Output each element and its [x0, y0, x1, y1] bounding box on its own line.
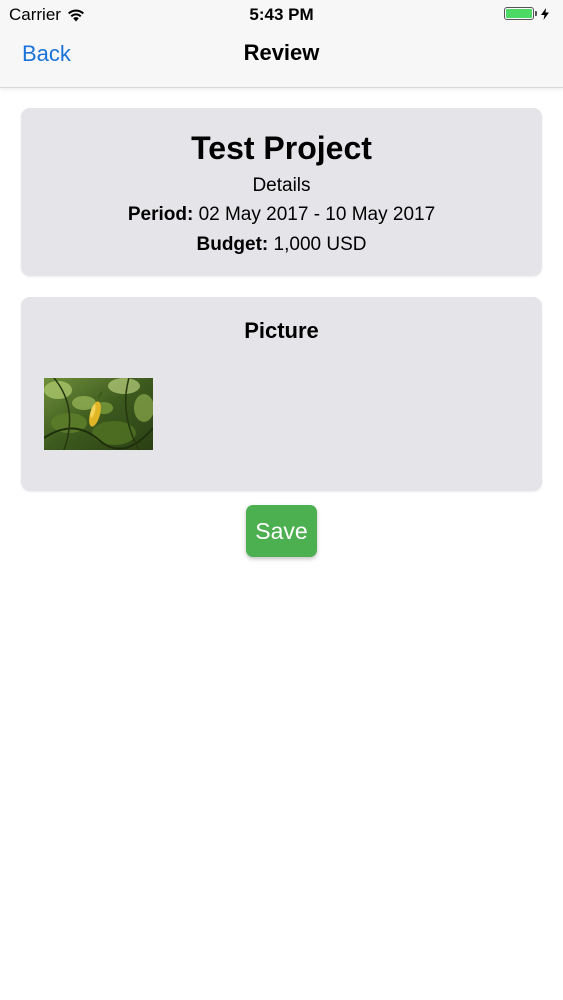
photo-thumbnail[interactable]: [44, 378, 153, 450]
photo-thumbnail-image: [44, 378, 153, 450]
budget-value: 1,000 USD: [273, 234, 367, 255]
navigation-bar: Back Review: [0, 30, 563, 88]
period-row: Period: 02 May 2017 - 10 May 2017: [21, 204, 542, 226]
battery-icon: [504, 7, 534, 20]
budget-row: Budget: 1,000 USD: [21, 234, 542, 256]
charging-bolt-icon: [541, 7, 549, 20]
picture-heading: Picture: [244, 318, 319, 343]
status-bar: Carrier 5:43 PM: [0, 0, 563, 30]
battery-level-fill: [506, 9, 532, 18]
project-subtitle: Details: [252, 175, 311, 196]
budget-label: Budget:: [196, 234, 269, 255]
picture-card: Picture: [21, 297, 542, 491]
period-value: 02 May 2017 - 10 May 2017: [198, 204, 436, 225]
project-details-card: Test Project Details Period: 02 May 2017…: [21, 108, 542, 276]
project-title: Test Project: [191, 130, 372, 166]
save-button[interactable]: Save: [246, 505, 317, 557]
status-time: 5:43 PM: [249, 5, 314, 24]
battery-tip: [535, 11, 537, 16]
battery-indicator: [504, 7, 549, 20]
page-title: Review: [243, 40, 320, 65]
review-screen: Carrier 5:43 PM Back Review Test Project…: [0, 0, 563, 1000]
period-label: Period:: [127, 204, 194, 225]
